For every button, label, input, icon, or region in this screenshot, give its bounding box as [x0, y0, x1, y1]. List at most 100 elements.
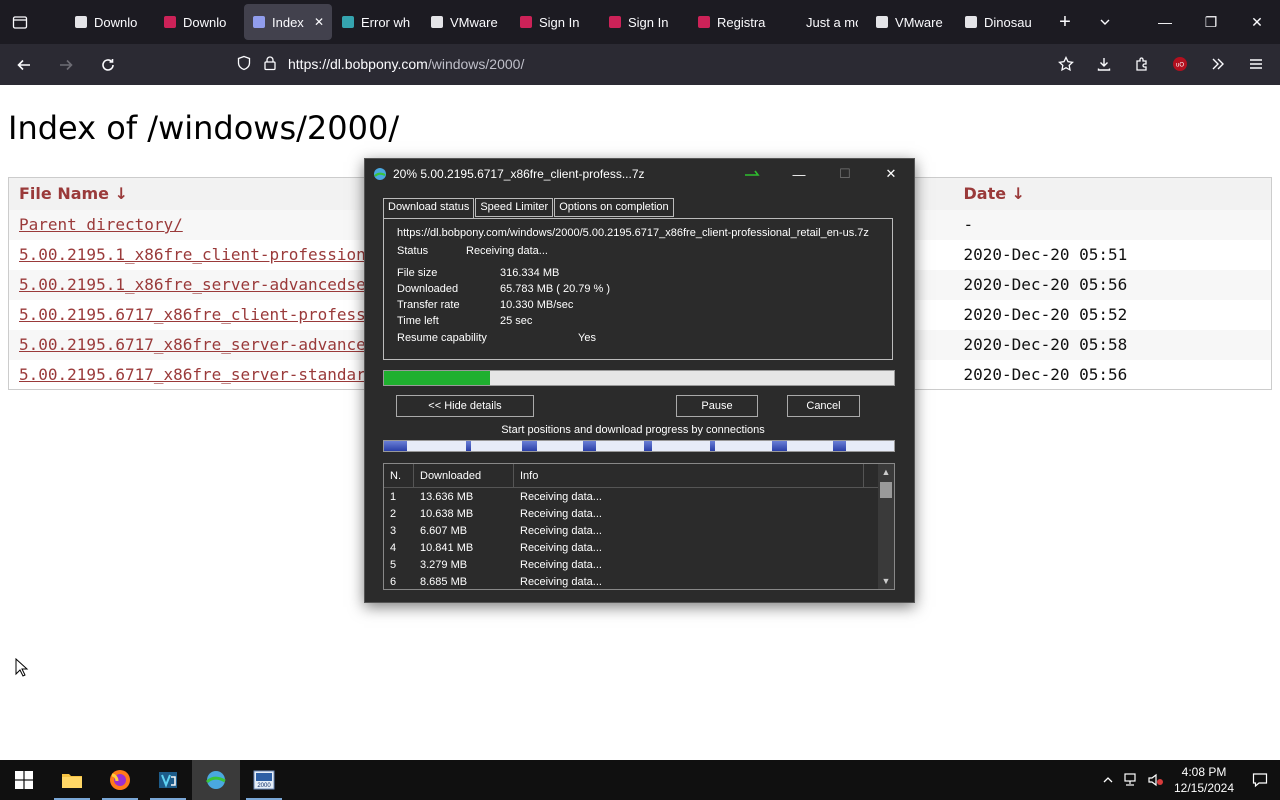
broadcom-icon — [608, 15, 622, 29]
downloads-icon[interactable] — [1086, 48, 1122, 80]
minimize-icon[interactable]: — — [1142, 0, 1188, 44]
volume-muted-icon[interactable] — [1144, 773, 1168, 787]
connection-downloaded-cell: 3.279 MB — [420, 558, 468, 571]
idm-app-icon — [374, 168, 386, 180]
browser-tab-4[interactable]: VMware — [422, 4, 510, 40]
dl-icon — [74, 15, 88, 29]
connection-row[interactable]: 4 10.841 MB Receiving data... — [384, 539, 894, 556]
connection-row[interactable]: 6 8.685 MB Receiving data... — [384, 573, 894, 589]
connections-caption: Start positions and download progress by… — [501, 424, 765, 436]
file-link[interactable]: 5.00.2195.6717_x86fre_client-professiona… — [19, 305, 424, 324]
browser-tab-title: Downlo — [94, 14, 138, 30]
connection-row[interactable]: 1 13.636 MB Receiving data... — [384, 488, 894, 505]
notifications-icon[interactable] — [1240, 772, 1280, 788]
windows-2000-iso-icon[interactable]: 2000 — [240, 760, 288, 800]
close-icon[interactable]: ✕ — [1234, 0, 1280, 44]
scroll-up-icon[interactable]: ▲ — [878, 464, 894, 480]
extensions-icon[interactable] — [1124, 48, 1160, 80]
file-link[interactable]: 5.00.2195.6717_x86fre_server-standardser… — [19, 365, 414, 384]
connection-info-cell: Receiving data... — [520, 558, 602, 571]
idm-window-title: 20% 5.00.2195.6717_x86fre_client-profess… — [393, 167, 645, 181]
file-link[interactable]: 5.00.2195.6717_x86fre_server-advancedser — [19, 335, 404, 354]
start-button[interactable] — [0, 760, 48, 800]
connection-row[interactable]: 3 6.607 MB Receiving data... — [384, 522, 894, 539]
forward-icon[interactable] — [48, 49, 84, 81]
column-n[interactable]: N. — [384, 464, 414, 487]
column-info[interactable]: Info — [514, 464, 864, 487]
parent-directory-link[interactable]: Parent directory/ — [19, 215, 183, 234]
connection-downloaded-cell: 6.607 MB — [420, 524, 468, 537]
visual-studio-icon[interactable] — [144, 760, 192, 800]
status-row: Status Receiving data... — [397, 245, 548, 257]
scroll-down-icon[interactable]: ▼ — [878, 573, 894, 589]
browser-tab-3[interactable]: Error wh — [333, 4, 421, 40]
menu-icon[interactable] — [1238, 48, 1274, 80]
browser-tab-7[interactable]: Registra — [689, 4, 777, 40]
connection-segment — [384, 441, 407, 451]
tab-list-icon[interactable] — [0, 0, 40, 44]
tray-overflow-chevron-icon[interactable] — [1096, 774, 1120, 786]
file-name-sort-link[interactable]: File Name ↓ — [19, 184, 128, 203]
lock-icon[interactable] — [262, 55, 278, 74]
restore-icon[interactable]: ❐ — [1188, 0, 1234, 44]
shield-icon[interactable] — [236, 55, 252, 74]
column-downloaded[interactable]: Downloaded — [414, 464, 514, 487]
idm-taskbar-icon[interactable] — [192, 760, 240, 800]
connection-info-cell: Receiving data... — [520, 490, 602, 503]
date-sort-link[interactable]: Date ↓ — [964, 184, 1026, 203]
connections-table-header: N. Downloaded Info — [384, 464, 894, 488]
idm-title-bar[interactable]: 20% 5.00.2195.6717_x86fre_client-profess… — [365, 159, 914, 189]
browser-tab-9[interactable]: VMware — [867, 4, 955, 40]
file-date-cell: 2020-Dec-20 05:58 — [953, 329, 1272, 360]
connection-segment — [465, 441, 471, 451]
connection-row[interactable]: 5 3.279 MB Receiving data... — [384, 556, 894, 573]
clock-time: 4:08 PM — [1181, 765, 1227, 779]
close-tab-icon[interactable]: ✕ — [314, 15, 324, 29]
browser-tab-10[interactable]: Dinosau — [956, 4, 1044, 40]
network-icon[interactable] — [1120, 773, 1144, 787]
ublock-icon[interactable]: uO — [1162, 48, 1198, 80]
hide-details-button[interactable]: << Hide details — [396, 395, 534, 417]
browser-tab-0[interactable]: Downlo — [66, 4, 154, 40]
connection-row[interactable]: 2 10.638 MB Receiving data... — [384, 505, 894, 522]
chevron-down-icon[interactable] — [1085, 0, 1125, 44]
idm-minimize-icon[interactable]: — — [776, 159, 822, 189]
cancel-button[interactable]: Cancel — [787, 395, 860, 417]
pause-button[interactable]: Pause — [676, 395, 758, 417]
file-date-cell: 2020-Dec-20 05:56 — [953, 269, 1272, 300]
connection-downloaded-cell: 8.685 MB — [420, 575, 468, 588]
new-tab-icon[interactable]: + — [1045, 0, 1085, 44]
file-link[interactable]: 5.00.2195.1_x86fre_server-advancedserver… — [19, 275, 414, 294]
connection-info-cell: Receiving data... — [520, 507, 602, 520]
bookmark-star-icon[interactable] — [1048, 48, 1084, 80]
connection-segment — [832, 441, 846, 451]
browser-tab-title: Error wh — [361, 14, 411, 30]
browser-tab-title: Dinosau — [984, 14, 1032, 30]
browser-tab-8[interactable]: Just a mome — [778, 4, 866, 40]
browser-tab-1[interactable]: Downlo — [155, 4, 243, 40]
overflow-chevron-icon[interactable] — [1200, 48, 1236, 80]
browser-tab-5[interactable]: Sign In — [511, 4, 599, 40]
connections-scrollbar[interactable]: ▲ ▼ — [878, 464, 894, 589]
browser-tab-6[interactable]: Sign In — [600, 4, 688, 40]
url-text: https://dl.bobpony.com/windows/2000/ — [288, 56, 525, 72]
url-bar[interactable]: https://dl.bobpony.com/windows/2000/ — [226, 48, 1054, 80]
connection-info-cell: Receiving data... — [520, 541, 602, 554]
tab-options-on-completion[interactable]: Options on completion — [554, 198, 674, 217]
browser-tab-2[interactable]: Index ✕ — [244, 4, 332, 40]
connection-segment — [710, 441, 716, 451]
connection-n-cell: 6 — [390, 575, 397, 588]
idm-close-icon[interactable]: ✕ — [868, 159, 914, 189]
firefox-icon[interactable] — [96, 760, 144, 800]
taskbar-clock[interactable]: 4:08 PM 12/15/2024 — [1168, 764, 1240, 796]
reload-icon[interactable] — [90, 49, 126, 81]
connection-n-cell: 2 — [390, 507, 397, 520]
scrollbar-thumb[interactable] — [880, 482, 892, 498]
back-icon[interactable] — [6, 49, 42, 81]
tab-download-status[interactable]: Download status — [383, 198, 475, 219]
file-explorer-icon[interactable] — [48, 760, 96, 800]
tab-speed-limiter[interactable]: Speed Limiter — [475, 198, 554, 217]
date-column-header[interactable]: Date ↓ — [953, 177, 1272, 210]
connection-downloaded-cell: 10.841 MB — [420, 541, 474, 554]
clock-date: 12/15/2024 — [1173, 781, 1235, 795]
